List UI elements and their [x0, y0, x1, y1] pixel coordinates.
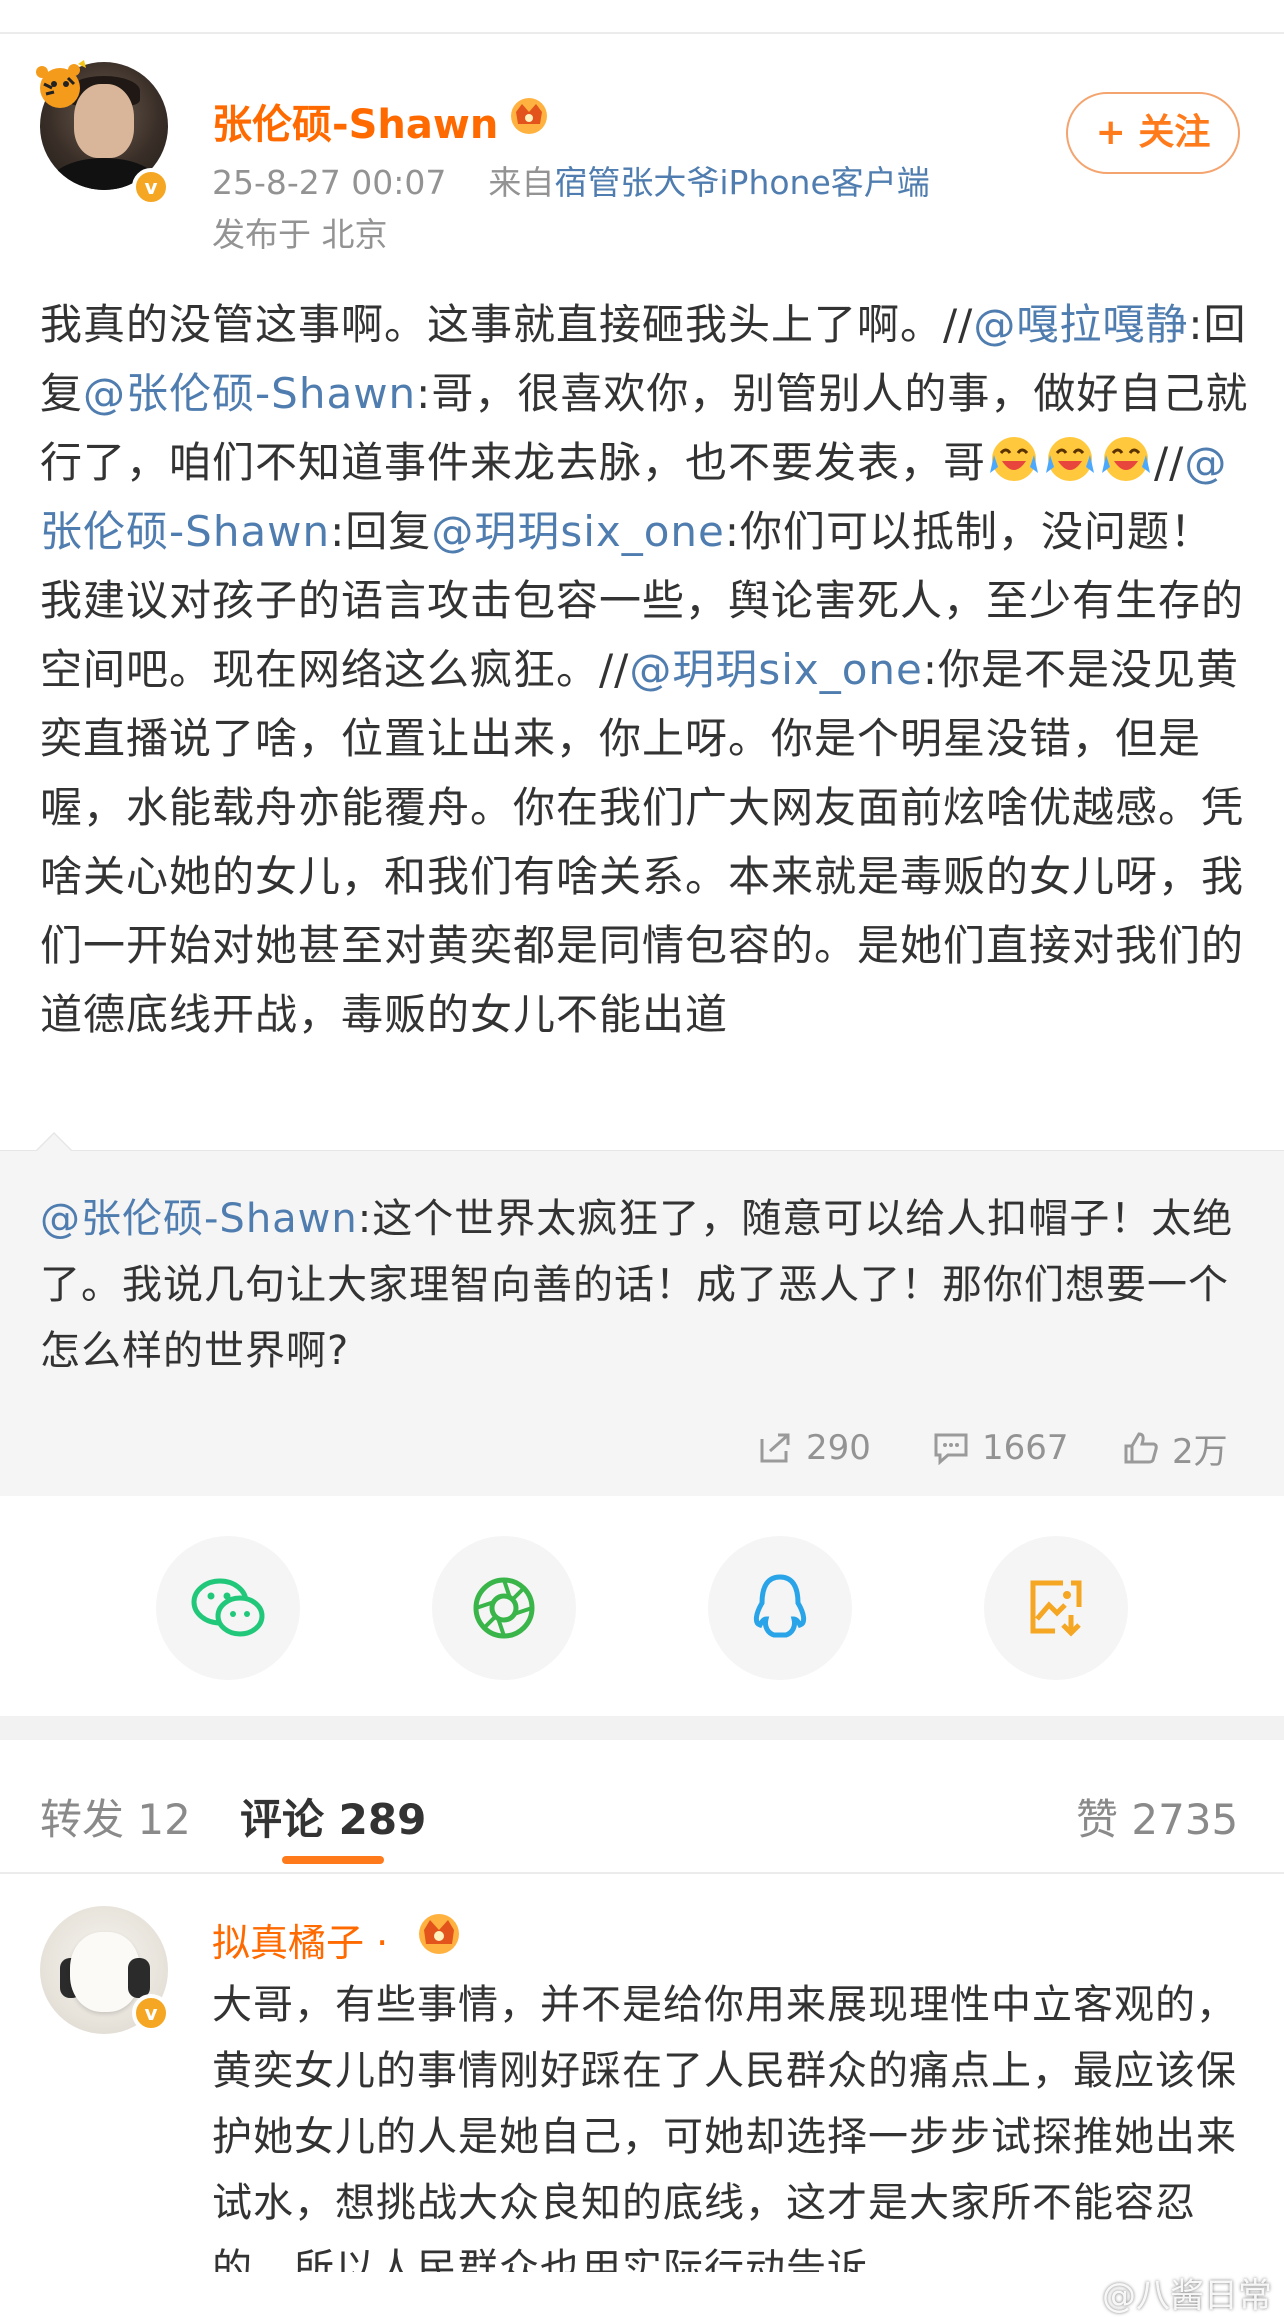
detail-tabs: 转发 12 评论 289 赞 2735 [0, 1740, 1284, 1874]
post-source-link[interactable]: 宿管张大爷iPhone客户端 [554, 163, 929, 202]
mention-link[interactable]: @张伦硕-Shawn [83, 369, 416, 418]
repost-count: 290 [806, 1428, 871, 1468]
comment-count: 1667 [982, 1428, 1069, 1468]
quoted-post-text: @张伦硕-Shawn:这个世界太疯狂了，随意可以给人扣帽子！太绝了。我说几句让大… [40, 1186, 1250, 1384]
share-wechat-button[interactable] [156, 1536, 300, 1680]
watermark: @八酱日常 [1102, 2276, 1272, 2316]
commenter-name-text: 拟真橘子 [212, 1921, 365, 1965]
vip-crown-icon [511, 98, 547, 134]
crying-laugh-emoji-icon [1102, 437, 1151, 481]
top-divider [0, 0, 1284, 34]
post-time: 25-8-27 00:07 [212, 163, 447, 202]
mention-link[interactable]: @张伦硕-Shawn [40, 1196, 358, 1242]
vip-crown-icon [419, 1914, 459, 1954]
qq-icon [753, 1574, 807, 1638]
post-text-segment: :回复 [330, 507, 432, 556]
post-location: 发布于 北京 [212, 215, 388, 254]
source-prefix: 来自 [488, 163, 555, 202]
verified-badge-icon: v [132, 1994, 170, 2032]
post-text-segment: :你是不是没见黄奕直播说了啥，位置让出来，你上呀。你是个明星没错，但是喔，水能载… [40, 645, 1245, 1039]
share-qq-button[interactable] [708, 1536, 852, 1680]
repost-icon [760, 1433, 790, 1463]
tab-likes[interactable]: 赞 2735 [1076, 1786, 1238, 1847]
post-body: 我真的没管这事啊。这事就直接砸我头上了啊。//@嘎拉嘎静 :回复 @张伦硕-Shaw… [40, 290, 1250, 1049]
mention-link[interactable]: @玥玥six_one [431, 507, 725, 556]
verified-badge-icon: v [132, 168, 170, 206]
save-image-button[interactable] [984, 1536, 1128, 1680]
active-tab-indicator [282, 1856, 384, 1864]
section-separator [0, 1716, 1284, 1740]
post-text-segment: 我真的没管这事啊。这事就直接砸我头上了啊。// [40, 300, 974, 349]
follow-button[interactable]: + 关注 [1066, 92, 1240, 174]
share-moments-button[interactable] [432, 1536, 576, 1680]
crying-laugh-emoji-icon [1046, 437, 1095, 481]
comment-count-button[interactable]: 1667 [932, 1420, 1069, 1476]
like-count-button[interactable]: 2万 [1122, 1420, 1228, 1476]
tab-comments[interactable]: 评论 289 [240, 1786, 426, 1847]
comment-text: 大哥，有些事情，并不是给你用来展现理性中立客观的，黄奕女儿的事情刚好踩在了人民群… [212, 1982, 1237, 2272]
author-name[interactable]: 张伦硕-Shawn [212, 92, 498, 150]
thumb-up-icon [1124, 1432, 1158, 1464]
post-meta: 25-8-27 00:07 来自宿管张大爷iPhone客户端 [212, 156, 930, 204]
crying-laugh-emoji-icon [990, 437, 1039, 481]
mention-link[interactable]: @嘎拉嘎静 [973, 300, 1188, 349]
repost-count-button[interactable]: 290 [756, 1420, 871, 1476]
post-text-segment: // [1154, 438, 1185, 487]
comment-icon [934, 1433, 968, 1465]
share-bar [0, 1496, 1284, 1716]
wechat-icon [191, 1578, 265, 1637]
save-image-icon [1030, 1580, 1082, 1637]
commenter-name[interactable]: 拟真橘子 · [212, 1912, 388, 1967]
mention-link[interactable]: @玥玥six_one [629, 645, 923, 694]
tiger-avatar-frame-icon [36, 60, 86, 108]
tab-reposts[interactable]: 转发 12 [40, 1786, 191, 1847]
moments-icon [473, 1577, 535, 1639]
like-count: 2万 [1172, 1431, 1228, 1472]
name-dot: · [376, 1921, 389, 1965]
